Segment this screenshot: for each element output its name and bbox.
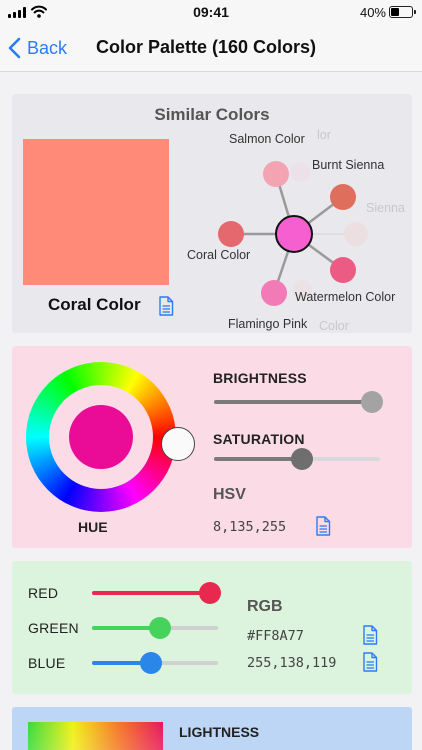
battery-percent: 40% (359, 5, 386, 20)
brightness-label: BRIGHTNESS (213, 370, 307, 386)
page-title: Color Palette (160 Colors) (96, 37, 317, 57)
brightness-slider-thumb[interactable] (361, 391, 383, 413)
red-label: RED (28, 585, 59, 601)
hex-value: #FF8A77 (247, 628, 304, 644)
ghost-label: lor (317, 128, 331, 142)
similar-label-burnt-sienna: Burnt Sienna (312, 158, 384, 172)
rgb-title: RGB (247, 598, 283, 615)
similar-node-salmon[interactable] (263, 161, 289, 187)
red-slider-thumb[interactable] (199, 582, 221, 604)
similar-label-watermelon: Watermelon Color (295, 290, 395, 304)
brightness-track[interactable] (214, 400, 380, 404)
similar-label-flamingo-pink: Flamingo Pink (228, 317, 308, 331)
status-bar: 09:41 40% (0, 0, 422, 24)
saturation-label: SATURATION (213, 431, 305, 447)
ghost-node (290, 162, 310, 182)
lightness-label: LIGHTNESS (179, 724, 260, 740)
hue-wheel-center (49, 385, 153, 489)
back-button[interactable]: Back (8, 35, 67, 61)
chevron-left-icon (8, 37, 21, 59)
similar-node-flamingo-pink[interactable] (261, 280, 287, 306)
hsv-title: HSV (213, 486, 246, 503)
similar-node-coral[interactable] (218, 221, 244, 247)
rgb-value: 255,138,119 (247, 655, 337, 671)
blue-label: BLUE (28, 655, 66, 671)
back-button-label: Back (27, 37, 68, 58)
ghost-label: Sienna (366, 201, 405, 215)
similar-node-center[interactable] (275, 215, 313, 253)
lightness-gradient[interactable] (28, 722, 163, 750)
similar-colors-card: Similar Colors Coral Color Sienna Color … (12, 94, 412, 333)
similar-colors-graph: Sienna Color lor Salmon Color Burnt Sien… (187, 128, 405, 333)
similar-label-coral: Coral Color (187, 248, 250, 262)
green-label: GREEN (28, 620, 79, 636)
saturation-slider-thumb[interactable] (290, 448, 313, 470)
hsv-card: HUE BRIGHTNESS SATURATION HSV 8,135,255 (12, 346, 412, 548)
hue-wheel[interactable] (26, 362, 195, 512)
status-time: 09:41 (193, 4, 229, 20)
blue-slider-thumb[interactable] (140, 652, 163, 674)
similar-node-burnt-sienna[interactable] (330, 184, 356, 210)
hue-label: HUE (78, 519, 108, 535)
hue-knob[interactable] (161, 427, 195, 461)
copy-hsv-icon[interactable] (315, 516, 331, 536)
lightness-card: LIGHTNESS (12, 707, 412, 750)
battery-icon (389, 6, 416, 18)
ghost-label: Color (319, 319, 349, 333)
similar-label-salmon: Salmon Color (229, 132, 305, 146)
similar-node-watermelon[interactable] (330, 257, 356, 283)
hue-color-preview (69, 405, 133, 469)
green-slider-thumb[interactable] (149, 617, 172, 639)
hsv-value: 8,135,255 (213, 519, 287, 535)
rgb-card: RED GREEN BLUE RGB #FF8A77 255,138,119 (12, 561, 412, 694)
copy-hex-icon[interactable] (362, 625, 378, 645)
copy-rgb-icon[interactable] (362, 652, 378, 672)
navigation-bar: Back Color Palette (160 Colors) (0, 24, 422, 72)
ghost-node (344, 222, 368, 246)
